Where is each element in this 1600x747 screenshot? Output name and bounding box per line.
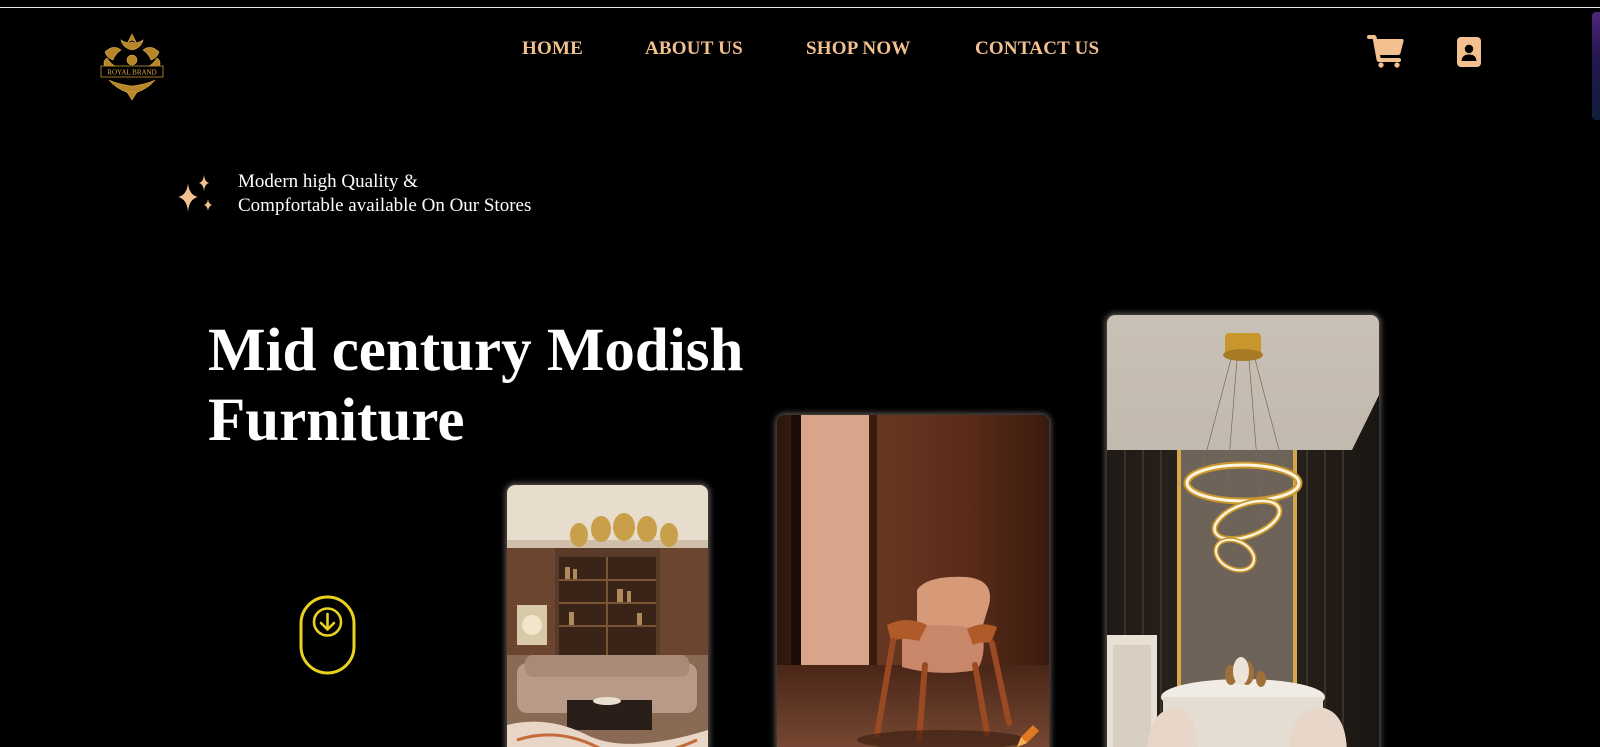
main-nav: HOME ABOUT US SHOP NOW CONTACT US [0,38,1600,62]
cart-icon [1367,35,1404,68]
nav-shop-link[interactable]: SHOP NOW [806,38,911,60]
contact-card-icon [1457,37,1481,67]
top-divider [0,7,1600,8]
living-room-image [507,485,708,747]
nav-about-link[interactable]: ABOUT US [645,38,743,60]
page: ROYAL BRAND HOME ABOUT US SHOP NOW CONTA… [0,0,1600,747]
hero-title-line-2: Furniture [208,387,465,454]
tagline: Modern high Quality & Compfortable avail… [238,170,531,218]
nav-contact-link[interactable]: CONTACT US [975,38,1099,60]
lounge-chair-image [777,415,1049,747]
hero-title: Mid century Modish Furniture [208,316,743,456]
hero-title-line-1: Mid century Modish [208,317,744,384]
sparkle-icon [178,175,218,217]
gallery-card-dining-room[interactable] [1107,315,1379,747]
nav-home-link[interactable]: HOME [522,38,583,60]
scroll-down-button[interactable] [299,595,356,675]
mouse-scroll-down-icon [299,595,356,675]
dining-room-image [1107,315,1379,747]
account-button[interactable] [1456,36,1482,68]
gallery-card-living-room[interactable] [507,485,708,747]
tagline-line-1: Modern high Quality & [238,171,418,192]
gallery-card-lounge-chair[interactable] [777,415,1049,747]
cart-button[interactable] [1366,34,1404,68]
scrollbar-thumb[interactable] [1592,12,1600,120]
tagline-line-2: Compfortable available On Our Stores [238,195,532,216]
logo-text: ROYAL BRAND [107,69,156,77]
